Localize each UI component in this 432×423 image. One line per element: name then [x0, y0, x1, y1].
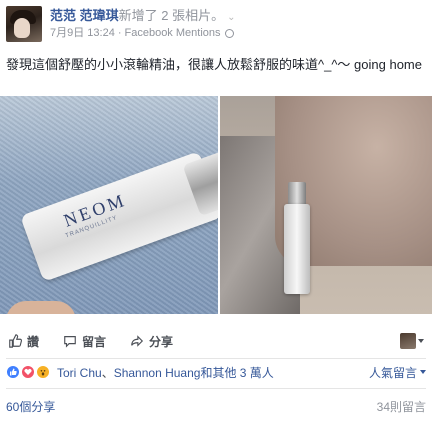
post-action: 新增了 2 張相片。 — [118, 8, 225, 23]
comment-button[interactable]: 留言 — [63, 333, 106, 350]
share-icon — [131, 335, 144, 347]
love-reaction-icon[interactable] — [21, 365, 35, 379]
like-button[interactable]: 讚 — [8, 333, 39, 350]
post-timestamp[interactable]: 7月9日 13:24 — [50, 26, 115, 41]
separator-dot: · — [117, 27, 122, 39]
reactions-summary: Tori Chu、Shannon Huang和其他 3 萬人 人氣留言 — [6, 364, 426, 380]
author-avatar[interactable] — [6, 6, 42, 42]
divider — [6, 388, 426, 389]
post-footer: 60個分享 34則留言 — [6, 398, 426, 414]
photo-vial[interactable] — [220, 96, 432, 314]
chevron-down-icon[interactable]: ⌄ — [227, 12, 235, 23]
post-header: 范范 范瑋琪新增了 2 張相片。 ⌄ 7月9日 13:24 · Facebook … — [6, 6, 426, 46]
like-label: 讚 — [27, 334, 40, 349]
top-comments-label: 人氣留言 — [368, 365, 417, 380]
reactor-name[interactable]: Tori Chu — [57, 366, 102, 380]
reactors-text[interactable]: Tori Chu、Shannon Huang和其他 3 萬人 — [57, 364, 274, 381]
like-reaction-icon[interactable] — [6, 365, 20, 379]
comments-count[interactable]: 34則留言 — [377, 398, 426, 415]
wow-reaction-icon[interactable] — [36, 365, 50, 379]
post-meta: 范范 范瑋琪新增了 2 張相片。 ⌄ 7月9日 13:24 · Facebook … — [50, 6, 235, 46]
share-label: 分享 — [149, 334, 174, 349]
thumbs-up-icon — [9, 334, 22, 348]
post-source[interactable]: Facebook Mentions — [125, 26, 221, 41]
globe-icon — [224, 29, 234, 38]
comment-label: 留言 — [82, 334, 107, 349]
photo-neom-bottle[interactable]: NEOM TRANQUILLITY — [0, 96, 218, 314]
post-text: 發現這個舒壓的小小滾輪精油，很讓人放鬆舒服的味道^_^～ going home — [6, 57, 422, 72]
caret-down-icon — [420, 370, 426, 374]
vial-graphic — [284, 204, 310, 294]
top-comments-dropdown[interactable]: 人氣留言 — [369, 364, 426, 381]
shares-count[interactable]: 60個分享 — [6, 398, 55, 415]
photo-grid: NEOM TRANQUILLITY — [0, 96, 432, 314]
reactor-others[interactable]: 和其他 3 萬人 — [200, 366, 273, 380]
caret-down-icon — [418, 339, 424, 343]
action-bar: 讚 留言 分享 — [0, 330, 432, 352]
share-button[interactable]: 分享 — [130, 333, 173, 350]
post-as-selector[interactable] — [400, 333, 424, 349]
comment-icon — [64, 336, 76, 348]
author-name[interactable]: 范范 范瑋琪 — [50, 8, 119, 23]
profile-avatar-small — [400, 333, 416, 349]
reactor-joiner: 、 — [101, 365, 114, 380]
divider — [6, 358, 426, 359]
facebook-post: 范范 范瑋琪新增了 2 張相片。 ⌄ 7月9日 13:24 · Facebook … — [0, 0, 432, 423]
reactor-name[interactable]: Shannon Huang — [114, 366, 201, 380]
